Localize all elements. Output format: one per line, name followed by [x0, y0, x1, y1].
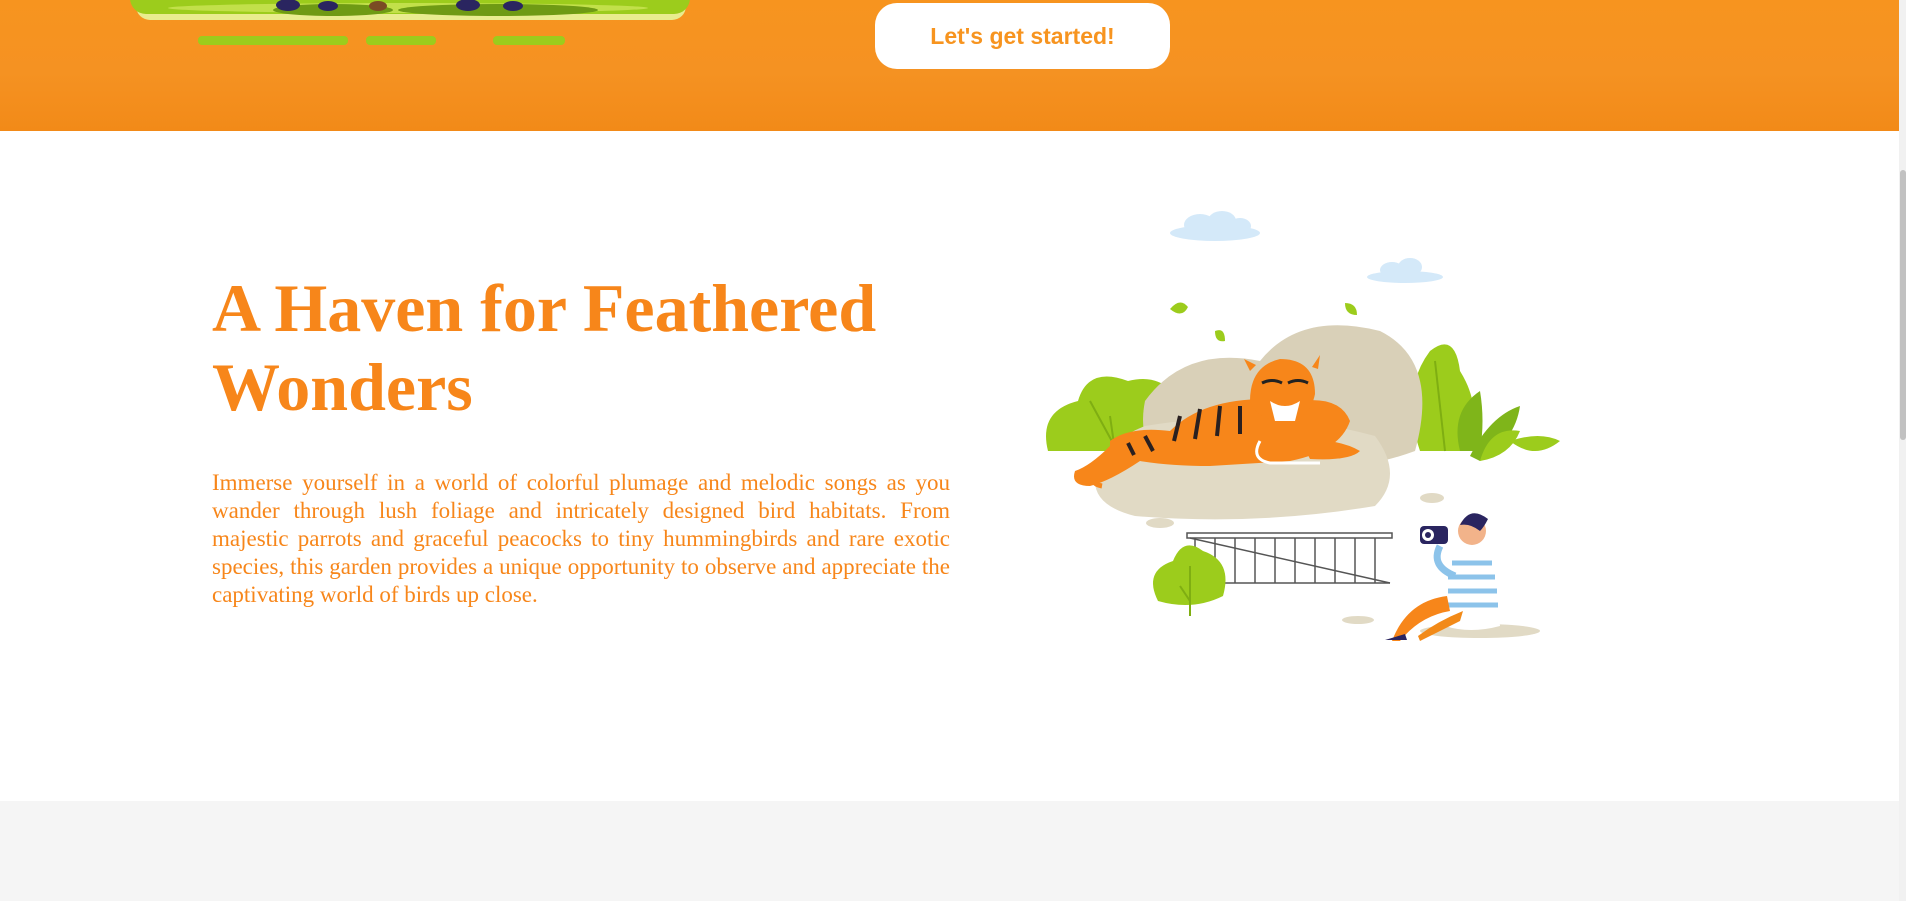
scrollbar-track[interactable]	[1899, 0, 1906, 901]
feathered-wonders-section: A Haven for Feathered Wonders Immerse yo…	[0, 131, 1899, 801]
zoo-visitors-illustration	[130, 0, 690, 45]
cloud-icon	[1170, 211, 1260, 241]
section-paragraph: Immerse yourself in a world of colorful …	[212, 470, 950, 607]
get-started-button[interactable]: Let's get started!	[875, 3, 1170, 69]
cloud-icon	[1367, 258, 1443, 283]
scrollbar-thumb[interactable]	[1900, 170, 1906, 440]
hero-banner: Let's get started!	[0, 0, 1899, 131]
tiger-photographer-illustration	[1046, 211, 1560, 641]
next-section-band	[0, 801, 1899, 901]
page: Let's get started! A Haven for Feathered…	[0, 0, 1906, 901]
section-heading: A Haven for Feathered Wonders	[212, 270, 877, 425]
